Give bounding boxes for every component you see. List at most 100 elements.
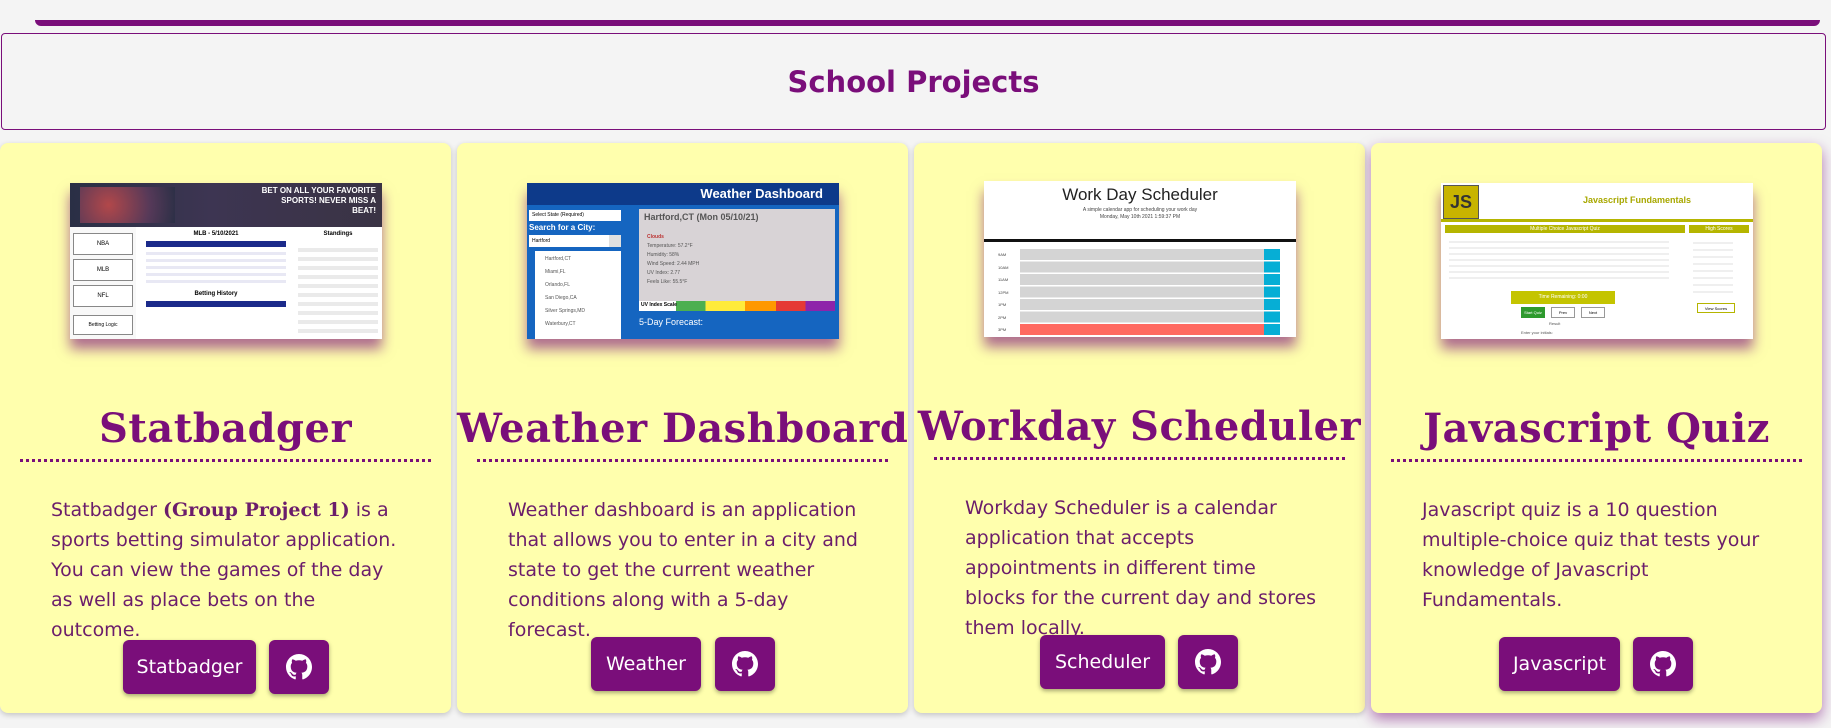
thumb-search: Hartford (529, 235, 609, 247)
thumb-city-title: Hartford,CT (Mon 05/10/21) (644, 212, 759, 222)
project-screenshot-quiz[interactable]: JS Javascript Fundamentals Multiple Choi… (1441, 183, 1753, 339)
thumb-nfl: NFL (73, 285, 133, 307)
thumb-condition: Temperature: 57.2°F (647, 243, 693, 249)
thumb-condition: Clouds (647, 234, 664, 240)
desc-text: Statbadger (51, 499, 163, 521)
thumb-prev: Prev (1551, 307, 1575, 318)
project-screenshot-statbadger[interactable]: BET ON ALL YOUR FAVORITE SPORTS! NEVER M… (70, 183, 382, 339)
github-repo-button[interactable] (1178, 635, 1238, 689)
thumb-forecast: 5-Day Forecast: (639, 317, 704, 327)
thumb-hours: 9AM 10AM 11AM 12PM 1PM 2PM 3PM (998, 249, 1018, 337)
thumb-city: Orlando,FL (545, 282, 571, 288)
open-app-button[interactable]: Weather (591, 637, 701, 691)
section-title: School Projects (787, 64, 1040, 99)
project-screenshot-weather[interactable]: Weather Dashboard Select State (Required… (527, 183, 839, 339)
github-repo-button[interactable] (1633, 637, 1693, 691)
project-title: Workday Scheduler (917, 403, 1362, 450)
github-repo-button[interactable] (269, 640, 329, 694)
thumb-city: San Diego,CA (545, 295, 577, 301)
project-screenshot-scheduler[interactable]: Work Day Scheduler A simple calendar app… (984, 181, 1296, 337)
thumb-subtitle: MLB - 5/10/2021 (193, 231, 239, 237)
project-title: Javascript Quiz (1423, 405, 1770, 452)
project-description: Weather dashboard is an application that… (508, 499, 858, 641)
thumb-header-rule (1441, 219, 1753, 222)
thumb-question (1449, 237, 1669, 279)
sports-collage (80, 187, 175, 223)
thumb-condition: Feels Like: 55.5°F (647, 279, 688, 285)
github-icon (286, 654, 312, 680)
thumb-hour: 9AM (998, 252, 1007, 257)
thumb-mlb: MLB (73, 259, 133, 281)
js-logo: JS (1443, 185, 1479, 219)
project-description: Workday Scheduler is a calendar applicat… (965, 497, 1317, 639)
thumb-hour: 12PM (998, 289, 1009, 295)
thumb-betting-logic: Betting Logic (73, 315, 133, 335)
thumb-search-label: Search for a City: (529, 223, 596, 232)
thumb-scores-title: High Scores (1689, 225, 1749, 233)
thumb-history-head (146, 301, 286, 307)
project-card-scheduler: Work Day Scheduler A simple calendar app… (914, 143, 1365, 713)
thumb-city: Miami,FL (545, 269, 566, 275)
project-card-quiz: JS Javascript Fundamentals Multiple Choi… (1371, 143, 1822, 713)
project-card-weather: Weather Dashboard Select State (Required… (457, 143, 908, 713)
thumb-divider (984, 239, 1296, 242)
project-card-statbadger: BET ON ALL YOUR FAVORITE SPORTS! NEVER M… (0, 143, 451, 713)
github-repo-button[interactable] (715, 637, 775, 691)
thumb-initials: Enter your initials: (1521, 330, 1553, 335)
thumb-timer: Time Remaining: 0:00 (1511, 291, 1615, 304)
thumb-hour: 3PM (998, 327, 1007, 332)
thumb-city: Silver Springs,MD (545, 308, 586, 314)
thumb-uv-scale: UV Index Scale (639, 301, 835, 311)
thumb-city-list: Hartford,CT Miami,FL Orlando,FL San Dieg… (535, 251, 621, 339)
thumb-sidebar: NBA MLB NFL Betting Logic (70, 227, 136, 339)
github-icon (1195, 649, 1221, 675)
thumb-current: Hartford,CT (Mon 05/10/21) Clouds Temper… (639, 209, 835, 301)
thumb-conditions: Clouds Temperature: 57.2°F Humidity: 58%… (647, 233, 699, 287)
thumb-current-block (1020, 324, 1264, 335)
top-rule (35, 20, 1820, 26)
thumb-uv-label: UV Index Scale (641, 302, 677, 308)
thumb-hour: 10AM (998, 264, 1009, 270)
thumb-standings-list (298, 243, 378, 335)
thumb-quiz-title: Multiple Choice Javascript Quiz (1445, 225, 1685, 233)
thumb-header: Weather Dashboard (700, 186, 823, 201)
thumb-nba: NBA (73, 233, 133, 255)
desc-highlight: (Group Project 1) (162, 499, 350, 521)
open-app-button[interactable]: Javascript (1499, 637, 1620, 691)
thumb-condition: UV Index: 2.77 (647, 270, 681, 276)
title-divider (20, 459, 431, 462)
github-icon (732, 651, 758, 677)
thumb-cities: Hartford,CT Miami,FL Orlando,FL San Dieg… (545, 253, 585, 331)
thumb-save-buttons (1264, 249, 1280, 335)
thumb-table-head (146, 241, 286, 247)
thumb-view-scores: View Scores (1697, 303, 1735, 313)
thumb-condition: Humidity: 58% (647, 252, 680, 258)
thumb-banner: BET ON ALL YOUR FAVORITE SPORTS! NEVER M… (70, 183, 382, 227)
thumb-date: Monday, May 10th 2021 1:59:37 PM (1099, 214, 1181, 220)
thumb-time-blocks: 9AM 10AM 11AM 12PM 1PM 2PM 3PM (984, 249, 1296, 337)
thumb-next: Next (1581, 307, 1605, 318)
thumb-start: Start Quiz (1521, 307, 1545, 318)
thumb-banner-text: BET ON ALL YOUR FAVORITE SPORTS! NEVER M… (261, 186, 376, 215)
thumb-state-select: Select State (Required) (529, 210, 621, 221)
open-app-button[interactable]: Scheduler (1040, 635, 1165, 689)
thumb-city: Waterbury,CT (545, 321, 576, 327)
thumb-subheader: A simple calendar app for scheduling you… (1082, 207, 1198, 213)
thumb-hour: 2PM (998, 314, 1007, 320)
thumb-standings: Standings (323, 231, 353, 237)
thumb-scores-list (1693, 237, 1733, 297)
project-description: Javascript quiz is a 10 question multipl… (1422, 499, 1760, 611)
thumb-history: Betting History (194, 291, 238, 297)
title-divider (477, 459, 888, 462)
thumb-search-btn (609, 235, 621, 247)
thumb-header: Javascript Fundamentals (1582, 195, 1692, 205)
github-icon (1650, 651, 1676, 677)
thumb-city: Hartford,CT (545, 256, 572, 262)
project-title: Weather Dashboard (457, 405, 909, 452)
title-divider (1391, 459, 1802, 462)
thumb-header: Work Day Scheduler (1062, 185, 1218, 204)
thumb-hour: 11AM (998, 277, 1009, 282)
open-app-button[interactable]: Statbadger (123, 640, 256, 694)
title-divider (934, 457, 1345, 460)
thumb-condition: Wind Speed: 2.44 MPH (647, 261, 700, 267)
